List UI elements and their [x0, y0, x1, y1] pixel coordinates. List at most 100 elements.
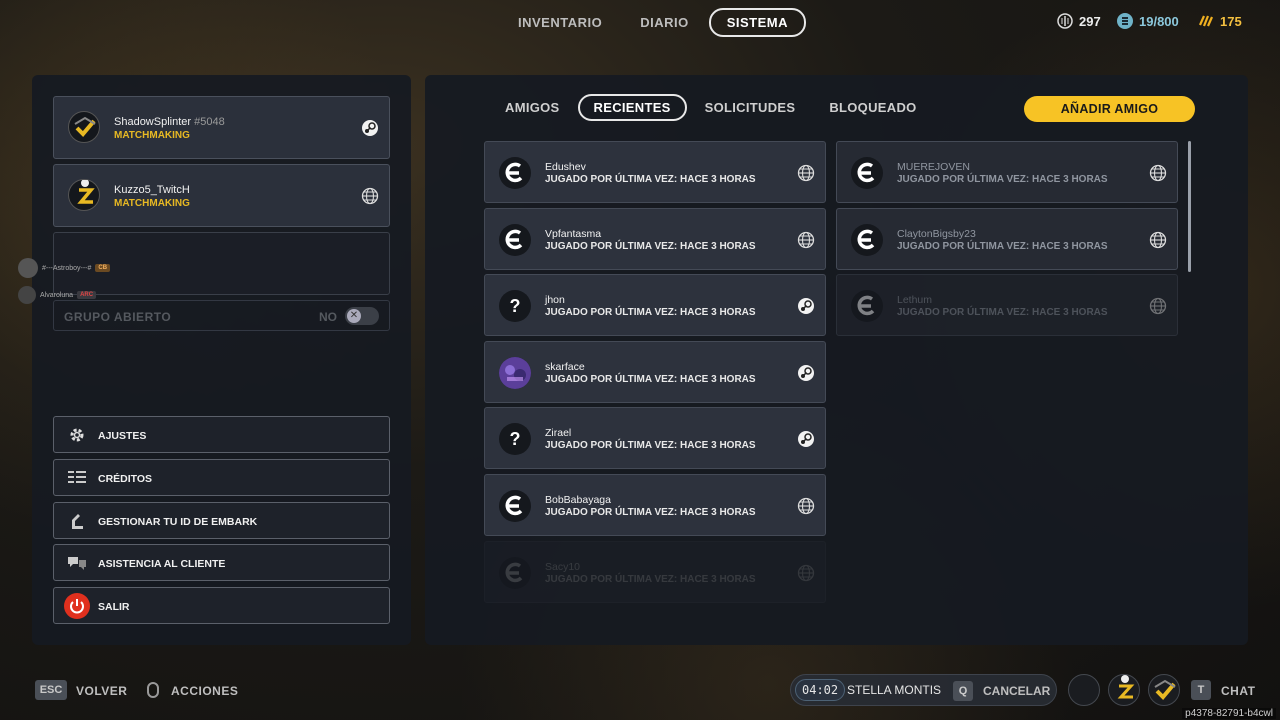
party-panel: ShadowSplinter #5048 MATCHMAKING Kuzzo5_… [32, 75, 411, 645]
tab-sistema[interactable]: SISTEMA [708, 8, 807, 37]
open-group-toggle-row[interactable]: GRUPO ABIERTO NO ✕ [53, 300, 390, 331]
last-played-status: JUGADO POR ÚLTIMA VEZ: HACE 3 HORAS [545, 507, 756, 518]
party-member-2[interactable]: Kuzzo5_TwitcH MATCHMAKING [53, 164, 390, 227]
last-played-status: JUGADO POR ÚLTIMA VEZ: HACE 3 HORAS [545, 440, 756, 452]
coin-currency: 297 [1057, 13, 1101, 29]
globe-icon [1149, 297, 1167, 315]
recent-player-card[interactable]: ? jhon JUGADO POR ÚLTIMA VEZ: HACE 3 HORAS [484, 274, 826, 337]
avatar [499, 223, 531, 256]
settings-label: AJUSTES [98, 430, 147, 442]
player-name: Zirael [545, 427, 572, 440]
credits-button[interactable]: CRÉDITOS [53, 459, 390, 496]
globe-icon [1149, 164, 1167, 182]
recent-player-card[interactable]: MUEREJOVEN JUGADO POR ÚLTIMA VEZ: HACE 3 … [836, 141, 1178, 203]
raider-token-icon [1198, 13, 1214, 29]
player-name: Lethum [897, 294, 933, 307]
back-button[interactable]: VOLVER [76, 684, 127, 698]
token-value: 175 [1220, 13, 1242, 29]
friends-tabs: AMIGOS RECIENTES SOLICITUDES BLOQUEADO [489, 94, 935, 121]
player-name: ClaytonBigsby23 [897, 227, 976, 240]
avatar [499, 356, 531, 389]
party-member-1[interactable]: ShadowSplinter #5048 MATCHMAKING [53, 96, 390, 159]
avatar [18, 286, 36, 304]
recent-player-card[interactable]: ? Zirael JUGADO POR ÚLTIMA VEZ: HACE 3 HOR… [484, 407, 826, 470]
last-played-status: JUGADO POR ÚLTIMA VEZ: HACE 3 HORAS [897, 307, 1108, 319]
recent-player-card[interactable]: BobBabayaga JUGADO POR ÚLTIMA VEZ: HACE 3… [484, 474, 826, 536]
member-name: ShadowSplinter #5048 [114, 116, 225, 128]
tab-solicitudes[interactable]: SOLICITUDES [689, 94, 812, 121]
recent-player-card[interactable]: Lethum JUGADO POR ÚLTIMA VEZ: HACE 3 HORA… [836, 274, 1178, 337]
credits-icon [67, 469, 87, 487]
matchmaking-queue: 04:02 STELLA MONTIS Q CANCELAR [790, 674, 1057, 706]
recent-player-card[interactable]: ClaytonBigsby23 JUGADO POR ÚLTIMA VEZ: HA… [836, 207, 1178, 270]
coin-value: 297 [1079, 13, 1101, 29]
player-name: MUEREJOVEN [897, 161, 970, 173]
avatar [499, 556, 531, 589]
party-slot-empty[interactable] [1068, 674, 1100, 706]
chat-button[interactable]: CHAT [1221, 684, 1255, 698]
scrollbar[interactable] [1188, 141, 1191, 272]
last-played-status: JUGADO POR ÚLTIMA VEZ: HACE 3 HORAS [897, 174, 1108, 185]
floating-player-name: #---Astroboy---# [42, 264, 92, 272]
queue-zone: STELLA MONTIS [847, 683, 942, 697]
member-status: MATCHMAKING [114, 130, 190, 141]
tab-bloqueado[interactable]: BLOQUEADO [813, 94, 932, 121]
globe-icon [797, 497, 815, 515]
globe-icon [361, 187, 379, 205]
open-group-value: NO [319, 310, 337, 324]
manage-embark-id-button[interactable]: GESTIONAR TU ID DE EMBARK [53, 502, 390, 539]
party-slot-kuzzo-avatar[interactable] [1108, 674, 1140, 706]
build-version: p4378-82791-b4cwl [1182, 708, 1276, 719]
tab-amigos[interactable]: AMIGOS [489, 94, 576, 121]
steam-icon [361, 119, 379, 137]
tab-inventario[interactable]: INVENTARIO [500, 8, 620, 37]
floating-player-1[interactable]: #---Astroboy---# CB [18, 258, 111, 278]
tab-diario[interactable]: DIARIO [622, 8, 707, 37]
globe-icon [797, 164, 815, 182]
party-slot-shadow-avatar[interactable] [1148, 674, 1180, 706]
cancel-key: Q [953, 681, 973, 701]
steam-icon [797, 364, 815, 382]
customer-support-label: ASISTENCIA AL CLIENTE [98, 558, 226, 570]
actions-button[interactable]: ACCIONES [171, 684, 238, 698]
avatar [851, 290, 883, 323]
exit-button[interactable]: SALIR [53, 587, 390, 624]
avatar [851, 223, 883, 256]
player-name: skarface [545, 360, 585, 373]
last-played-status: JUGADO POR ÚLTIMA VEZ: HACE 3 HORAS [545, 373, 756, 385]
recent-player-card[interactable]: Vpfantasma JUGADO POR ÚLTIMA VEZ: HACE 3 … [484, 207, 826, 270]
open-group-label: GRUPO ABIERTO [64, 310, 172, 324]
avatar [851, 157, 883, 189]
last-played-status: JUGADO POR ÚLTIMA VEZ: HACE 3 HORAS [545, 307, 756, 319]
globe-icon [1149, 231, 1167, 249]
floating-player-2[interactable]: Alvaroluna ARC [18, 286, 97, 304]
recent-player-card[interactable]: Edushev JUGADO POR ÚLTIMA VEZ: HACE 3 HOR… [484, 141, 826, 203]
recent-player-card[interactable]: Sacy10 JUGADO POR ÚLTIMA VEZ: HACE 3 HORA… [484, 540, 826, 603]
manage-embark-id-label: GESTIONAR TU ID DE EMBARK [98, 516, 258, 528]
customer-support-button[interactable]: ASISTENCIA AL CLIENTE [53, 544, 390, 581]
member-status: MATCHMAKING [114, 198, 190, 209]
steam-icon [797, 430, 815, 448]
avatar [499, 157, 531, 189]
tab-recientes[interactable]: RECIENTES [577, 94, 687, 121]
coin-icon [1057, 13, 1073, 29]
avatar: ? [499, 423, 531, 456]
main-tabs: INVENTARIO DIARIO SISTEMA [500, 8, 808, 37]
last-played-status: JUGADO POR ÚLTIMA VEZ: HACE 3 HORAS [545, 240, 756, 252]
avatar: ? [499, 290, 531, 323]
globe-icon [797, 231, 815, 249]
power-icon [64, 593, 90, 619]
avatar [18, 258, 38, 278]
player-badge: ARC [77, 291, 97, 299]
open-group-toggle[interactable]: ✕ [345, 307, 379, 325]
add-friend-button[interactable]: AÑADIR AMIGO [1024, 96, 1195, 122]
cancel-button[interactable]: CANCELAR [983, 684, 1050, 698]
avatar [499, 490, 531, 522]
player-name: Edushev [545, 161, 586, 173]
recent-player-card[interactable]: skarface JUGADO POR ÚLTIMA VEZ: HACE 3 HO… [484, 340, 826, 403]
player-name: BobBabayaga [545, 494, 611, 506]
gear-icon [67, 426, 87, 444]
credit-currency: 19/800 [1117, 13, 1179, 29]
settings-button[interactable]: AJUSTES [53, 416, 390, 453]
credits-label: CRÉDITOS [98, 473, 153, 485]
